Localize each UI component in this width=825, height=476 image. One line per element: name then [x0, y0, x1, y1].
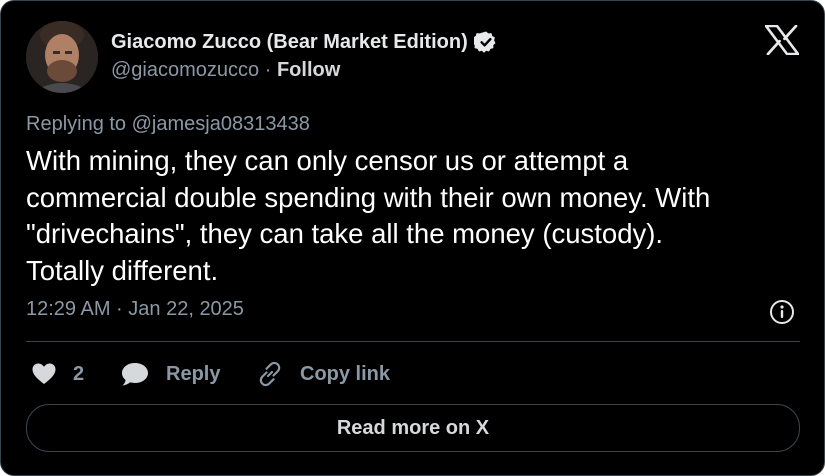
x-logo-icon[interactable]: [764, 24, 800, 56]
follow-button[interactable]: Follow: [277, 59, 340, 81]
author-handle-row: @giacomozucco · Follow: [111, 59, 340, 82]
tweet-text-line: Totally different.: [26, 254, 219, 286]
like-button[interactable]: 2: [31, 359, 84, 389]
tweet-embed-card: Giacomo Zucco (Bear Market Edition) @gia…: [0, 0, 825, 476]
info-icon[interactable]: [769, 299, 795, 325]
speech-bubble-icon: [120, 361, 150, 387]
author-handle[interactable]: @giacomozucco: [111, 59, 259, 81]
copy-link-label: Copy link: [300, 362, 391, 385]
like-count: 2: [73, 362, 85, 385]
tweet-timestamp[interactable]: 12:29 AM · Jan 22, 2025: [26, 298, 244, 321]
reply-label: Reply: [166, 362, 221, 385]
heart-icon: [31, 362, 57, 386]
author-name[interactable]: Giacomo Zucco (Bear Market Edition): [111, 30, 498, 54]
link-icon: [256, 360, 284, 388]
tweet-text-line: commercial double spending with their ow…: [26, 181, 711, 213]
copy-link-button[interactable]: Copy link: [256, 359, 390, 389]
verified-badge-icon: [473, 30, 498, 54]
handle-separator: ·: [264, 59, 272, 81]
replying-to-label: Replying to @jamesja08313438: [26, 113, 310, 135]
tweet-text-line: "drivechains", they can take all the mon…: [26, 218, 664, 249]
tweet-text-line: With mining, they can only censor us or …: [26, 145, 629, 176]
tweet-text: With mining, they can only censor us or …: [26, 143, 796, 289]
author-name-text: Giacomo Zucco (Bear Market Edition): [111, 30, 468, 53]
avatar-photo: [26, 21, 98, 93]
divider: [26, 341, 800, 342]
read-more-button[interactable]: Read more on X: [26, 404, 800, 452]
author-avatar[interactable]: [26, 21, 98, 93]
reply-button[interactable]: Reply: [120, 359, 220, 389]
